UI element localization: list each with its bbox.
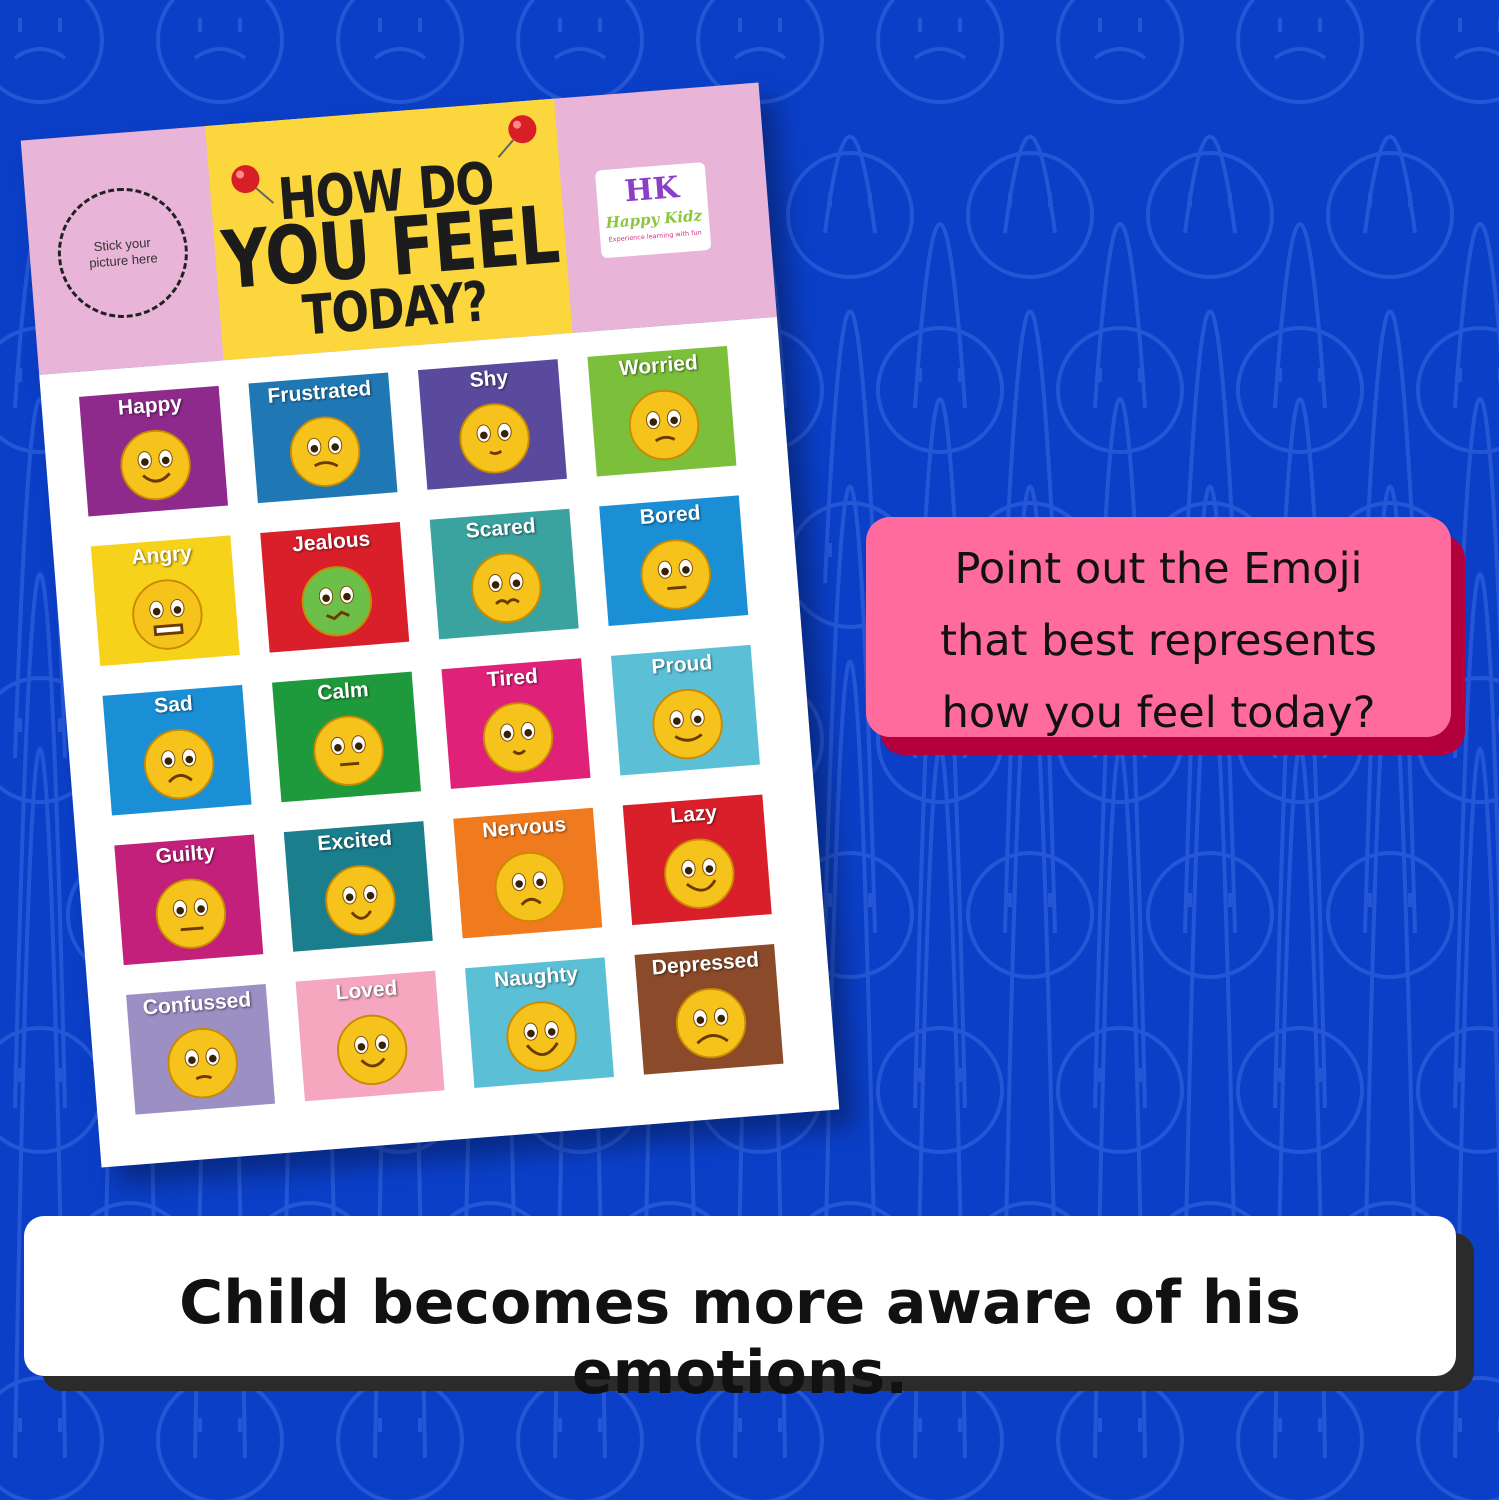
emotion-label: Nervous: [481, 812, 567, 843]
emotion-label: Worried: [618, 351, 699, 381]
emotion-tile-naughty[interactable]: Naughty: [465, 957, 615, 1088]
emotion-tile-angry[interactable]: Angry: [90, 535, 240, 667]
emotion-label: Angry: [130, 541, 193, 570]
shy-emoji-icon: [459, 403, 530, 474]
angry-emoji-icon: [132, 579, 203, 650]
white-banner: Child becomes more aware of his emotions…: [24, 1216, 1456, 1408]
emotion-tile-scared[interactable]: Scared: [429, 508, 579, 640]
jealous-emoji-icon: [301, 566, 372, 637]
emotion-tile-frustrated[interactable]: Frustrated: [248, 372, 398, 504]
emotion-label: Bored: [638, 501, 702, 530]
emotion-label: Confussed: [142, 988, 252, 1020]
emotion-label: Naughty: [493, 962, 579, 993]
emotion-label: Sad: [153, 691, 194, 718]
guilty-emoji-icon: [155, 878, 227, 949]
emotion-tile-excited[interactable]: Excited: [283, 821, 433, 952]
emotion-tile-calm[interactable]: Calm: [272, 671, 422, 803]
pink-callout-line3: how you feel today?: [941, 688, 1376, 738]
emotion-tile-sad[interactable]: Sad: [102, 684, 252, 816]
frustrated-emoji-icon: [289, 416, 361, 487]
emotion-tile-happy[interactable]: Happy: [79, 385, 228, 517]
emotion-tile-guilty[interactable]: Guilty: [114, 834, 264, 966]
calm-emoji-icon: [313, 715, 384, 786]
sad-emoji-icon: [143, 728, 215, 800]
emotion-tile-shy[interactable]: Shy: [417, 359, 567, 490]
confused-emoji-icon: [167, 1028, 238, 1099]
emotion-tile-bored[interactable]: Bored: [599, 495, 749, 626]
emotion-label: Tired: [486, 664, 539, 692]
emotion-label: Scared: [464, 514, 537, 543]
emotion-label: Proud: [650, 651, 714, 679]
pink-callout: Point out the Emoji that best represents…: [866, 517, 1451, 738]
emotion-label: Shy: [468, 366, 509, 393]
scared-emoji-icon: [471, 552, 542, 624]
logo-mark: HK: [623, 170, 681, 210]
pink-callout-line1: Point out the Emoji: [954, 544, 1363, 594]
emotion-tile-jealous[interactable]: Jealous: [260, 522, 410, 653]
emotion-label: Depressed: [651, 948, 760, 980]
emotion-label: Jealous: [291, 527, 372, 557]
tired-emoji-icon: [482, 702, 554, 773]
happy-emoji-icon: [120, 429, 191, 501]
picture-placeholder-text: Stick your picture here: [88, 234, 159, 271]
proud-emoji-icon: [652, 688, 723, 760]
emotion-tile-lazy[interactable]: Lazy: [622, 794, 772, 926]
emotion-grid: Happy Frustrated Shy Worried Angry Jealous Sca…: [79, 343, 817, 1164]
worried-emoji-icon: [628, 389, 700, 461]
emotion-label: Excited: [316, 826, 393, 856]
emotion-tile-proud[interactable]: Proud: [610, 644, 760, 776]
emotion-tile-confused[interactable]: Confussed: [126, 984, 276, 1115]
white-banner-text: Child becomes more aware of his emotions…: [179, 1268, 1301, 1408]
emotion-tile-nervous[interactable]: Nervous: [453, 807, 603, 939]
depressed-emoji-icon: [675, 988, 747, 1059]
nervous-emoji-icon: [494, 851, 566, 923]
emotion-label: Loved: [334, 976, 399, 1005]
emotion-label: Frustrated: [266, 376, 373, 408]
lazy-emoji-icon: [664, 838, 735, 909]
emotion-tile-loved[interactable]: Loved: [295, 970, 445, 1102]
emotion-tile-tired[interactable]: Tired: [441, 658, 591, 789]
naughty-emoji-icon: [506, 1001, 577, 1072]
emotion-label: Guilty: [154, 840, 216, 869]
emotion-tile-worried[interactable]: Worried: [587, 345, 737, 477]
picture-placeholder: Stick your picture here: [52, 183, 193, 323]
emotion-label: Lazy: [669, 801, 718, 828]
poster-body: Happy Frustrated Shy Worried Angry Jealous Sca…: [39, 316, 840, 1168]
pink-callout-line2: that best represents: [940, 616, 1377, 666]
excited-emoji-icon: [325, 865, 396, 936]
poster-title-box: HOW DO YOU FEEL TODAY?: [205, 98, 573, 361]
bored-emoji-icon: [640, 539, 711, 610]
emotion-label: Happy: [117, 391, 183, 420]
happy-kidz-logo: HK Happy Kidz Experience learning with f…: [594, 162, 712, 259]
emotion-label: Calm: [316, 678, 370, 706]
loved-emoji-icon: [337, 1014, 408, 1085]
emotion-tile-depressed[interactable]: Depressed: [634, 943, 784, 1075]
pink-callout-text: Point out the Emoji that best represents…: [866, 533, 1451, 749]
emotion-poster: Stick your picture here HOW DO YOU FEEL …: [20, 82, 840, 1168]
